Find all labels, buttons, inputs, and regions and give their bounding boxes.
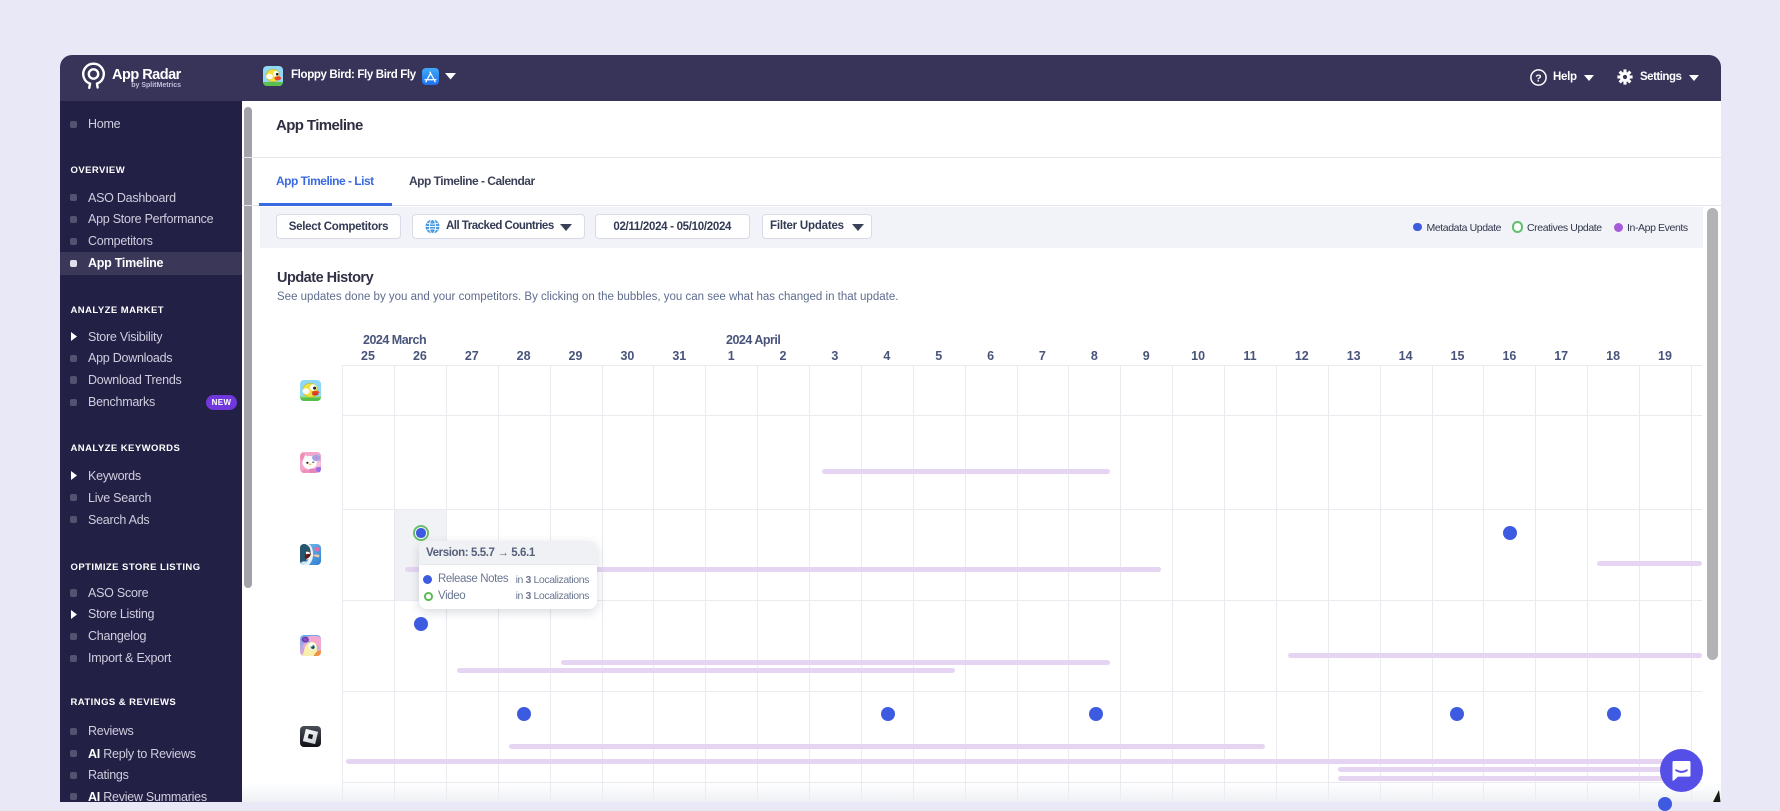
svg-text:?: ? xyxy=(1535,72,1541,84)
